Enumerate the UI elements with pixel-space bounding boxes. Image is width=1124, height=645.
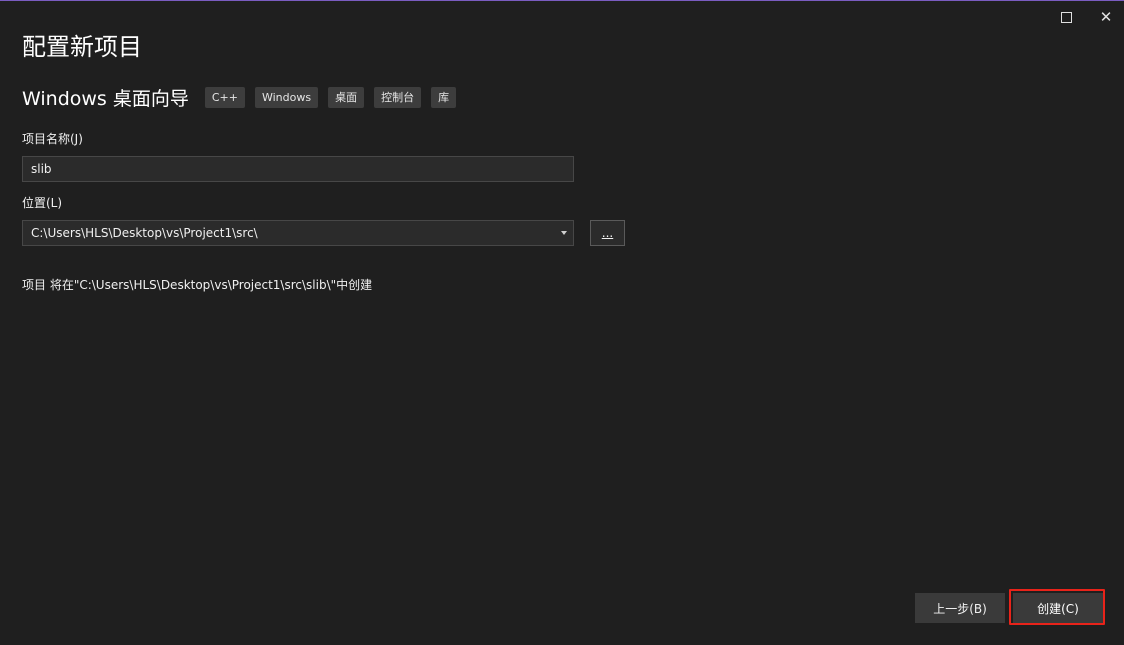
browse-label: ...	[601, 226, 614, 240]
page-title: 配置新项目	[22, 33, 142, 61]
maximize-icon	[1060, 11, 1072, 23]
dropdown-arrow-icon[interactable]	[561, 231, 567, 235]
project-name-input[interactable]	[22, 156, 574, 182]
tag-library: 库	[431, 86, 457, 108]
tag-console: 控制台	[374, 86, 422, 108]
project-name-label: 项目名称(J)	[22, 132, 83, 146]
create-label: 创建(C)	[1037, 601, 1079, 616]
tag-desktop: 桌面	[328, 86, 365, 108]
location-label: 位置(L)	[22, 196, 63, 210]
back-button[interactable]: 上一步(B)	[915, 593, 1005, 623]
browse-button[interactable]: ...	[590, 220, 625, 246]
close-icon: ✕	[1099, 7, 1113, 26]
create-path-note: 项目 将在"C:\Users\HLS\Desktop\vs\Project1\s…	[22, 278, 373, 292]
dialog-window: ✕ 配置新项目 Windows 桌面向导 C++ Windows 桌面 控制台 …	[0, 0, 1124, 645]
location-value: C:\Users\HLS\Desktop\vs\Project1\src\	[31, 226, 258, 240]
template-name: Windows 桌面向导	[22, 87, 189, 110]
tag-cpp: C++	[204, 86, 245, 108]
create-button[interactable]: 创建(C)	[1013, 593, 1103, 623]
location-select[interactable]: C:\Users\HLS\Desktop\vs\Project1\src\	[22, 220, 574, 246]
back-label: 上一步(B)	[933, 601, 987, 616]
maximize-button[interactable]	[1055, 6, 1077, 28]
template-header: Windows 桌面向导 C++ Windows 桌面 控制台 库	[22, 85, 466, 110]
tag-windows: Windows	[254, 86, 319, 108]
close-button[interactable]: ✕	[1095, 6, 1117, 28]
